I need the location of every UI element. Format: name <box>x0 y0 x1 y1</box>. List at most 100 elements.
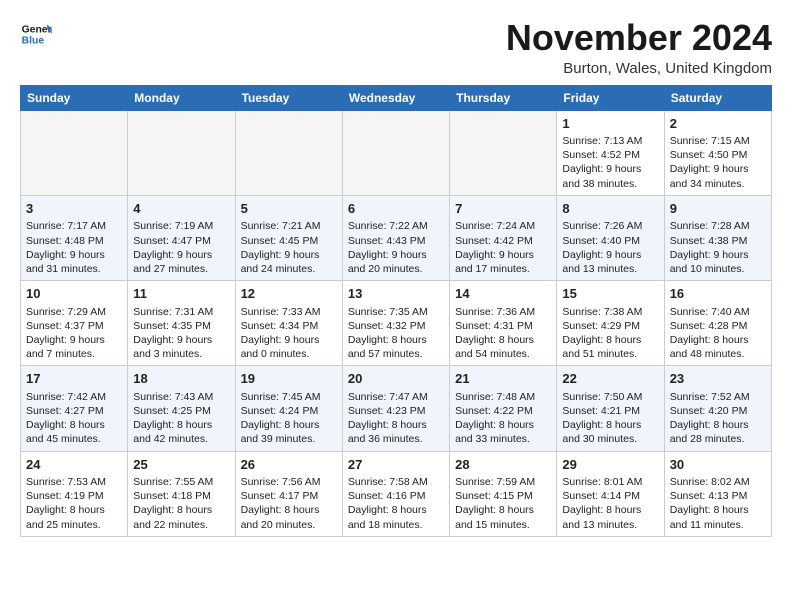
day-info-line: Daylight: 8 hours <box>26 418 122 432</box>
day-info-line: Sunset: 4:18 PM <box>133 489 229 503</box>
calendar-table: Sunday Monday Tuesday Wednesday Thursday… <box>20 85 772 537</box>
col-sunday: Sunday <box>21 85 128 110</box>
day-info-line: Sunrise: 7:43 AM <box>133 390 229 404</box>
calendar-cell-w1-d1 <box>128 110 235 195</box>
header: General Blue November 2024 Burton, Wales… <box>20 18 772 77</box>
day-info-line: Sunset: 4:32 PM <box>348 319 444 333</box>
day-info-line: and 17 minutes. <box>455 262 551 276</box>
day-info-line: Sunrise: 7:13 AM <box>562 134 658 148</box>
week-row-3: 10Sunrise: 7:29 AMSunset: 4:37 PMDayligh… <box>21 281 772 366</box>
calendar-cell-w4-d0: 17Sunrise: 7:42 AMSunset: 4:27 PMDayligh… <box>21 366 128 451</box>
day-info-line: Sunrise: 7:40 AM <box>670 305 766 319</box>
calendar-cell-w3-d6: 16Sunrise: 7:40 AMSunset: 4:28 PMDayligh… <box>664 281 771 366</box>
day-number: 2 <box>670 115 766 133</box>
logo-icon: General Blue <box>20 18 52 50</box>
calendar-cell-w1-d4 <box>450 110 557 195</box>
day-info-line: Sunset: 4:52 PM <box>562 148 658 162</box>
day-info-line: Daylight: 9 hours <box>562 248 658 262</box>
day-info-line: Sunset: 4:31 PM <box>455 319 551 333</box>
calendar-cell-w4-d5: 22Sunrise: 7:50 AMSunset: 4:21 PMDayligh… <box>557 366 664 451</box>
day-number: 25 <box>133 456 229 474</box>
day-number: 11 <box>133 285 229 303</box>
week-row-5: 24Sunrise: 7:53 AMSunset: 4:19 PMDayligh… <box>21 451 772 536</box>
day-info-line: Sunrise: 7:58 AM <box>348 475 444 489</box>
day-info-line: Daylight: 9 hours <box>455 248 551 262</box>
day-info-line: Sunset: 4:50 PM <box>670 148 766 162</box>
day-number: 8 <box>562 200 658 218</box>
day-number: 7 <box>455 200 551 218</box>
day-info-line: Sunrise: 7:15 AM <box>670 134 766 148</box>
calendar-cell-w4-d6: 23Sunrise: 7:52 AMSunset: 4:20 PMDayligh… <box>664 366 771 451</box>
day-info-line: Sunrise: 7:59 AM <box>455 475 551 489</box>
day-info-line: Daylight: 8 hours <box>26 503 122 517</box>
week-row-4: 17Sunrise: 7:42 AMSunset: 4:27 PMDayligh… <box>21 366 772 451</box>
day-info-line: Sunset: 4:21 PM <box>562 404 658 418</box>
day-info-line: Sunrise: 7:36 AM <box>455 305 551 319</box>
day-info-line: Sunrise: 7:22 AM <box>348 219 444 233</box>
calendar-cell-w3-d5: 15Sunrise: 7:38 AMSunset: 4:29 PMDayligh… <box>557 281 664 366</box>
day-info-line: Daylight: 9 hours <box>26 333 122 347</box>
week-row-1: 1Sunrise: 7:13 AMSunset: 4:52 PMDaylight… <box>21 110 772 195</box>
calendar-cell-w5-d2: 26Sunrise: 7:56 AMSunset: 4:17 PMDayligh… <box>235 451 342 536</box>
day-info-line: Daylight: 8 hours <box>670 333 766 347</box>
day-info-line: Sunset: 4:23 PM <box>348 404 444 418</box>
day-info-line: Sunset: 4:37 PM <box>26 319 122 333</box>
day-info-line: and 57 minutes. <box>348 347 444 361</box>
day-number: 3 <box>26 200 122 218</box>
calendar-cell-w2-d5: 8Sunrise: 7:26 AMSunset: 4:40 PMDaylight… <box>557 195 664 280</box>
calendar-cell-w2-d1: 4Sunrise: 7:19 AMSunset: 4:47 PMDaylight… <box>128 195 235 280</box>
calendar-cell-w1-d6: 2Sunrise: 7:15 AMSunset: 4:50 PMDaylight… <box>664 110 771 195</box>
day-info-line: and 25 minutes. <box>26 518 122 532</box>
day-info-line: Sunset: 4:27 PM <box>26 404 122 418</box>
day-info-line: and 20 minutes. <box>241 518 337 532</box>
day-info-line: Sunset: 4:40 PM <box>562 234 658 248</box>
day-info-line: Daylight: 8 hours <box>241 418 337 432</box>
calendar-cell-w5-d6: 30Sunrise: 8:02 AMSunset: 4:13 PMDayligh… <box>664 451 771 536</box>
calendar-cell-w5-d4: 28Sunrise: 7:59 AMSunset: 4:15 PMDayligh… <box>450 451 557 536</box>
location: Burton, Wales, United Kingdom <box>506 60 772 77</box>
calendar-cell-w4-d3: 20Sunrise: 7:47 AMSunset: 4:23 PMDayligh… <box>342 366 449 451</box>
day-number: 15 <box>562 285 658 303</box>
day-info-line: Daylight: 9 hours <box>348 248 444 262</box>
day-info-line: and 28 minutes. <box>670 432 766 446</box>
day-number: 30 <box>670 456 766 474</box>
day-info-line: Sunrise: 7:24 AM <box>455 219 551 233</box>
day-number: 14 <box>455 285 551 303</box>
day-info-line: Sunrise: 7:45 AM <box>241 390 337 404</box>
day-info-line: Sunrise: 8:01 AM <box>562 475 658 489</box>
day-number: 5 <box>241 200 337 218</box>
day-info-line: Sunset: 4:38 PM <box>670 234 766 248</box>
day-info-line: Sunrise: 7:19 AM <box>133 219 229 233</box>
day-info-line: and 45 minutes. <box>26 432 122 446</box>
calendar-cell-w4-d1: 18Sunrise: 7:43 AMSunset: 4:25 PMDayligh… <box>128 366 235 451</box>
day-number: 20 <box>348 370 444 388</box>
day-info-line: Sunset: 4:42 PM <box>455 234 551 248</box>
day-info-line: and 11 minutes. <box>670 518 766 532</box>
day-number: 28 <box>455 456 551 474</box>
day-info-line: Sunset: 4:34 PM <box>241 319 337 333</box>
day-info-line: Sunrise: 7:29 AM <box>26 305 122 319</box>
day-info-line: and 54 minutes. <box>455 347 551 361</box>
calendar-cell-w3-d4: 14 Sunrise: 7:36 AMSunset: 4:31 PMDayligh… <box>450 281 557 366</box>
day-number: 29 <box>562 456 658 474</box>
day-info-line: Sunset: 4:43 PM <box>348 234 444 248</box>
day-info-line: Sunset: 4:22 PM <box>455 404 551 418</box>
day-info-line: and 22 minutes. <box>133 518 229 532</box>
day-number: 27 <box>348 456 444 474</box>
day-info-line: Daylight: 8 hours <box>455 333 551 347</box>
col-saturday: Saturday <box>664 85 771 110</box>
day-number: 21 <box>455 370 551 388</box>
day-info-line: Sunrise: 7:53 AM <box>26 475 122 489</box>
day-info-line: Sunrise: 7:26 AM <box>562 219 658 233</box>
day-info-line: Daylight: 8 hours <box>133 503 229 517</box>
day-info-line: Daylight: 8 hours <box>241 503 337 517</box>
calendar-cell-w5-d3: 27Sunrise: 7:58 AMSunset: 4:16 PMDayligh… <box>342 451 449 536</box>
day-info-line: Sunrise: 7:31 AM <box>133 305 229 319</box>
month-title: November 2024 <box>506 18 772 58</box>
day-info-line: Sunrise: 7:33 AM <box>241 305 337 319</box>
day-info-line: and 48 minutes. <box>670 347 766 361</box>
day-info-line: and 51 minutes. <box>562 347 658 361</box>
day-info-line: Sunset: 4:28 PM <box>670 319 766 333</box>
day-info-line: and 34 minutes. <box>670 177 766 191</box>
day-info-line: Sunset: 4:15 PM <box>455 489 551 503</box>
